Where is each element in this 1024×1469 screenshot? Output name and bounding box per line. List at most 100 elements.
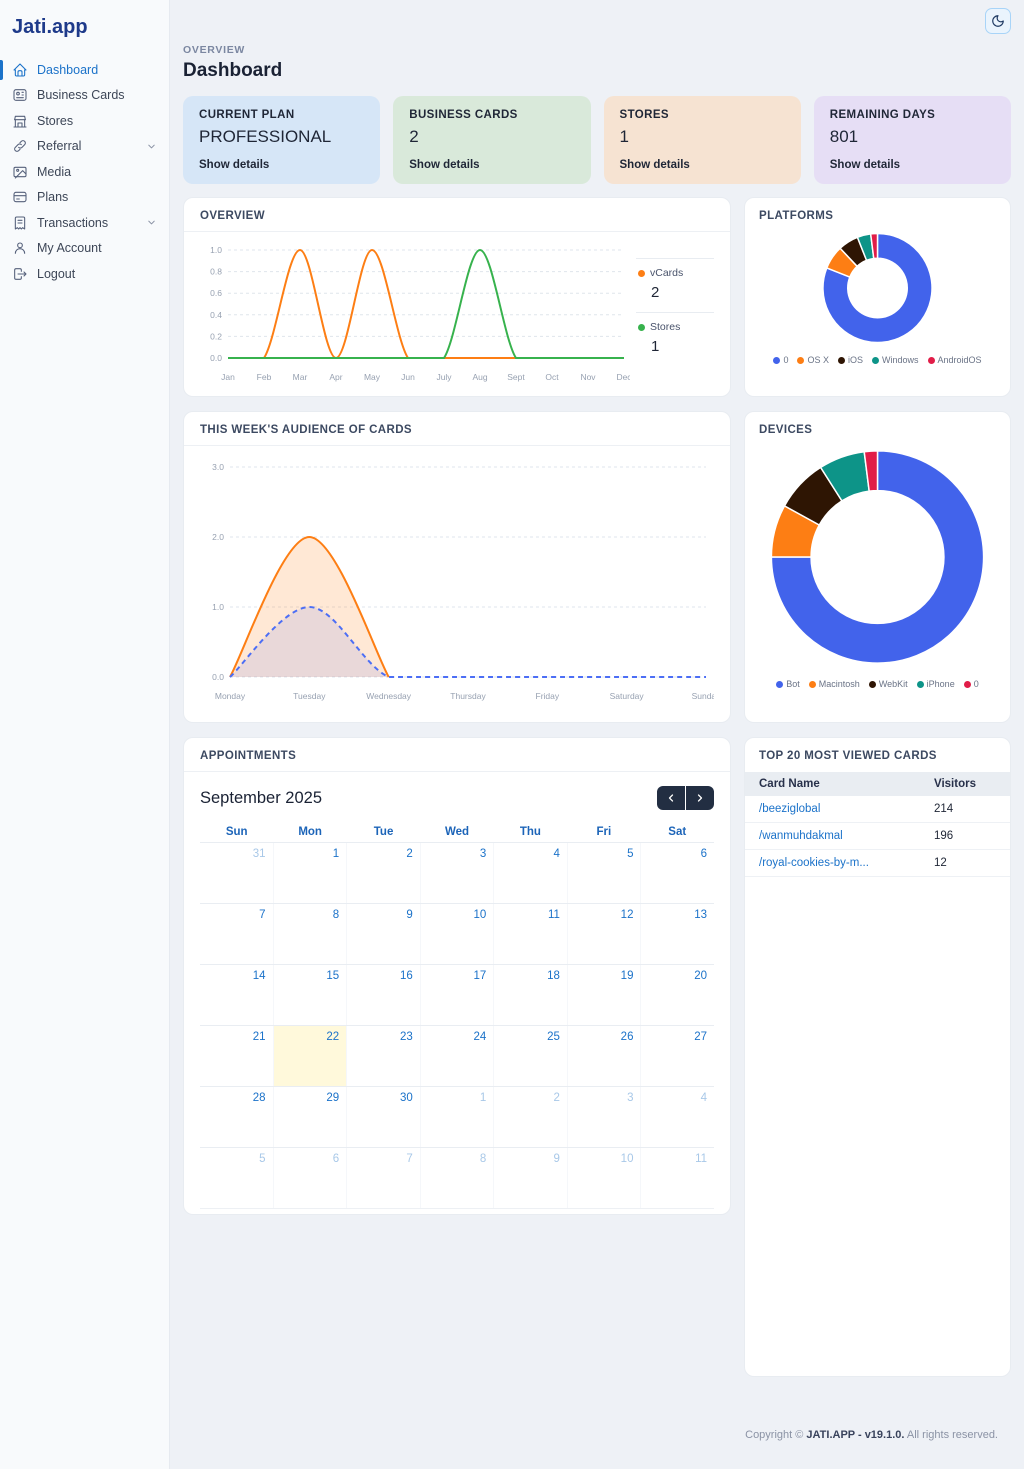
- calendar-day[interactable]: 11: [493, 904, 567, 964]
- calendar-header: SunMonTueWedThuFriSat: [200, 822, 714, 842]
- calendar-day[interactable]: 1: [273, 843, 347, 903]
- chevron-down-icon: [146, 141, 157, 152]
- stat-card-current-plan: CURRENT PLAN PROFESSIONAL Show details: [183, 96, 380, 184]
- table-row: /royal-cookies-by-m... 12: [745, 850, 1010, 877]
- calendar-day[interactable]: 3: [420, 843, 494, 903]
- show-details-link[interactable]: Show details: [409, 159, 479, 171]
- legend-item-0[interactable]: 0: [964, 679, 979, 689]
- right-column: PLATFORMS 0OS XiOSWindowsAndroidOS DEVIC…: [744, 197, 1011, 1377]
- calendar-day[interactable]: 8: [273, 904, 347, 964]
- calendar-day[interactable]: 30: [346, 1087, 420, 1147]
- calendar-day[interactable]: 4: [640, 1087, 714, 1147]
- show-details-link[interactable]: Show details: [620, 159, 690, 171]
- legend-dot: [797, 357, 804, 364]
- show-details-link[interactable]: Show details: [199, 159, 269, 171]
- calendar-day-today[interactable]: 22: [273, 1026, 347, 1086]
- audience-card: THIS WEEK'S AUDIENCE OF CARDS 0.01.02.03…: [183, 411, 731, 723]
- calendar-dayname-tue: Tue: [347, 822, 420, 842]
- calendar-day[interactable]: 7: [200, 904, 273, 964]
- calendar-day[interactable]: 24: [420, 1026, 494, 1086]
- calendar-day[interactable]: 2: [493, 1087, 567, 1147]
- calendar-week: 78910111213: [200, 903, 714, 964]
- card-name-link[interactable]: /royal-cookies-by-m...: [759, 857, 934, 869]
- stat-card-business-cards: BUSINESS CARDS 2 Show details: [393, 96, 590, 184]
- svg-text:0.8: 0.8: [210, 267, 222, 277]
- footer-copyright: Copyright ©: [745, 1429, 806, 1441]
- calendar-day[interactable]: 9: [346, 904, 420, 964]
- legend-item-ios[interactable]: iOS: [838, 355, 863, 365]
- logout-icon: [12, 266, 28, 282]
- sidebar-item-stores[interactable]: Stores: [0, 108, 169, 134]
- platforms-legend: 0 OS X iOS Windows AndroidOS: [759, 355, 996, 365]
- calendar-day[interactable]: 17: [420, 965, 494, 1025]
- calendar-day[interactable]: 5: [567, 843, 641, 903]
- calendar-day[interactable]: 12: [567, 904, 641, 964]
- calendar-day[interactable]: 26: [567, 1026, 641, 1086]
- calendar-day[interactable]: 31: [200, 843, 273, 903]
- calendar-day[interactable]: 10: [420, 904, 494, 964]
- calendar-day[interactable]: 2: [346, 843, 420, 903]
- calendar-day[interactable]: 1: [420, 1087, 494, 1147]
- overview-legend: vCards 2 Stores 1: [636, 258, 714, 391]
- calendar-day[interactable]: 19: [567, 965, 641, 1025]
- calendar-day[interactable]: 27: [640, 1026, 714, 1086]
- calendar-next-button[interactable]: [686, 786, 714, 810]
- show-details-link[interactable]: Show details: [830, 159, 900, 171]
- card-name-link[interactable]: /wanmuhdakmal: [759, 830, 934, 842]
- table-header: Card Name Visitors: [745, 772, 1010, 796]
- calendar-day[interactable]: 18: [493, 965, 567, 1025]
- left-column: OVERVIEW 0.00.20.40.60.81.0JanFebMarAprM…: [183, 197, 731, 1215]
- svg-text:Feb: Feb: [257, 372, 272, 382]
- calendar-day[interactable]: 25: [493, 1026, 567, 1086]
- sidebar-item-logout[interactable]: Logout: [0, 261, 169, 287]
- legend-item-bot[interactable]: Bot: [776, 679, 800, 689]
- calendar-day[interactable]: 8: [420, 1148, 494, 1208]
- legend-item-iphone[interactable]: iPhone: [917, 679, 955, 689]
- svg-text:2.0: 2.0: [212, 532, 224, 542]
- calendar-day[interactable]: 11: [640, 1148, 714, 1208]
- calendar-day[interactable]: 28: [200, 1087, 273, 1147]
- calendar: SunMonTueWedThuFriSat3112345678910111213…: [200, 822, 714, 1209]
- legend-dot: [869, 681, 876, 688]
- divider: [184, 231, 730, 232]
- calendar-day[interactable]: 16: [346, 965, 420, 1025]
- calendar-week: 31123456: [200, 842, 714, 903]
- legend-item-windows[interactable]: Windows: [872, 355, 919, 365]
- sidebar-item-media[interactable]: Media: [0, 159, 169, 185]
- calendar-day[interactable]: 21: [200, 1026, 273, 1086]
- calendar-day[interactable]: 3: [567, 1087, 641, 1147]
- calendar-day[interactable]: 15: [273, 965, 347, 1025]
- calendar-dayname-thu: Thu: [494, 822, 567, 842]
- sidebar-item-referral[interactable]: Referral: [0, 134, 169, 160]
- card-name-link[interactable]: /beeziglobal: [759, 803, 934, 815]
- dashboard-grid: OVERVIEW 0.00.20.40.60.81.0JanFebMarAprM…: [183, 197, 1011, 1377]
- legend-item-0[interactable]: 0: [773, 355, 788, 365]
- user-icon: [12, 240, 28, 256]
- legend-item-webkit[interactable]: WebKit: [869, 679, 908, 689]
- sidebar-item-dashboard[interactable]: Dashboard: [0, 57, 169, 83]
- sidebar-item-plans[interactable]: Plans: [0, 185, 169, 211]
- calendar-day[interactable]: 6: [640, 843, 714, 903]
- calendar-day[interactable]: 4: [493, 843, 567, 903]
- legend-item-androidos[interactable]: AndroidOS: [928, 355, 982, 365]
- calendar-day[interactable]: 20: [640, 965, 714, 1025]
- calendar-day[interactable]: 7: [346, 1148, 420, 1208]
- calendar-day[interactable]: 29: [273, 1087, 347, 1147]
- dark-mode-toggle-button[interactable]: [985, 8, 1011, 34]
- calendar-day[interactable]: 14: [200, 965, 273, 1025]
- svg-text:Jun: Jun: [401, 372, 415, 382]
- calendar-day[interactable]: 10: [567, 1148, 641, 1208]
- devices-legend: Bot Macintosh WebKit iPhone 0: [759, 679, 996, 689]
- legend-item-os-x[interactable]: OS X: [797, 355, 829, 365]
- sidebar: Jati.app Dashboard Business Cards Stores…: [0, 0, 170, 1469]
- sidebar-item-my-account[interactable]: My Account: [0, 236, 169, 262]
- calendar-day[interactable]: 13: [640, 904, 714, 964]
- sidebar-item-transactions[interactable]: Transactions: [0, 210, 169, 236]
- calendar-prev-button[interactable]: [657, 786, 685, 810]
- sidebar-item-business-cards[interactable]: Business Cards: [0, 83, 169, 109]
- calendar-day[interactable]: 5: [200, 1148, 273, 1208]
- calendar-day[interactable]: 9: [493, 1148, 567, 1208]
- calendar-day[interactable]: 23: [346, 1026, 420, 1086]
- calendar-day[interactable]: 6: [273, 1148, 347, 1208]
- legend-item-macintosh[interactable]: Macintosh: [809, 679, 860, 689]
